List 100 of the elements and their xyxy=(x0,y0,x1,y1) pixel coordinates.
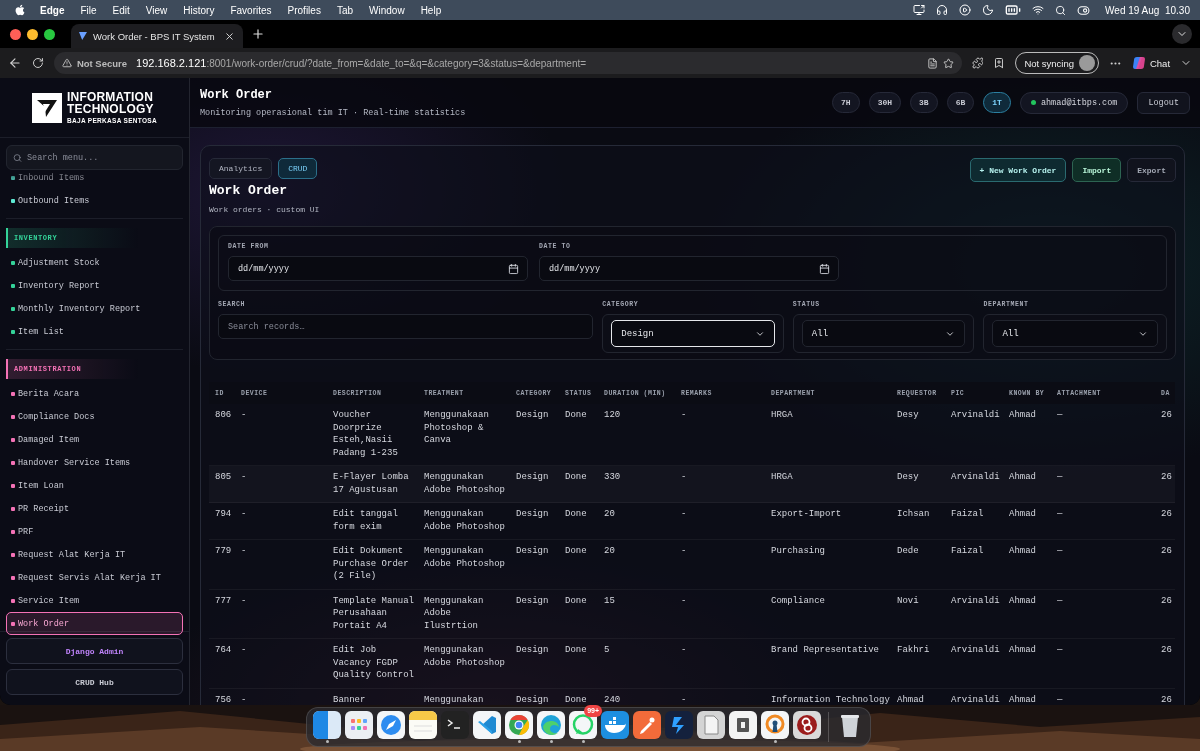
menu-item[interactable]: Edit xyxy=(112,4,130,16)
close-tab-icon[interactable] xyxy=(224,30,235,42)
tab-menu-button[interactable] xyxy=(1172,24,1192,44)
range-chip[interactable]: 6B xyxy=(946,92,975,113)
filter-select[interactable]: All xyxy=(992,320,1158,347)
compass-icon[interactable] xyxy=(377,711,405,739)
sidebar-item[interactable]: Service Item xyxy=(6,589,183,612)
app-menu[interactable]: Edge xyxy=(40,4,65,16)
sidebar-item[interactable]: Damaged Item xyxy=(6,428,183,451)
swirl-icon xyxy=(1131,56,1146,70)
view-tab[interactable]: Analytics xyxy=(209,158,273,179)
terminal-icon[interactable] xyxy=(441,711,469,739)
split-square-icon[interactable] xyxy=(313,711,341,739)
url-text: 192.168.2.121:8001/work-order/crud/?date_from=&date_to=&q=&category=3&status=&department= xyxy=(136,57,588,69)
back-icon[interactable] xyxy=(8,56,22,70)
table-cell: Done xyxy=(559,465,598,503)
sidebar-link-button[interactable]: Django Admin xyxy=(6,638,183,664)
minimize-window-button[interactable] xyxy=(27,28,38,40)
share-screen-icon[interactable] xyxy=(913,4,926,16)
reload-icon[interactable] xyxy=(31,57,44,69)
table-cell: Design xyxy=(510,589,559,639)
search-icon[interactable] xyxy=(1055,4,1067,16)
address-bar[interactable]: Not Secure 192.168.2.121:8001/work-order/crud/?date_from=&date_to=&q=&category=3&status=&department= xyxy=(53,52,962,74)
menu-item[interactable]: Tab xyxy=(336,4,354,16)
maximize-window-button[interactable] xyxy=(44,28,55,40)
table-cell: Desy xyxy=(891,465,945,503)
menu-item[interactable]: Window xyxy=(369,4,405,16)
headphones-icon[interactable] xyxy=(936,4,949,16)
sidebar-item[interactable]: PR Receipt xyxy=(6,497,183,520)
sidebar-item[interactable]: Adjustment Stock xyxy=(6,251,183,274)
code-editor-icon[interactable] xyxy=(473,711,501,739)
new-tab-icon[interactable] xyxy=(251,27,265,41)
view-tab[interactable]: CRUD xyxy=(278,158,318,179)
sidebar-item[interactable]: Outbound Items xyxy=(6,189,183,212)
extensions-icon[interactable] xyxy=(971,57,984,69)
moon-icon[interactable] xyxy=(982,4,995,16)
document-icon[interactable] xyxy=(697,711,725,739)
sidebar-item[interactable]: Request Servis Alat Kerja IT xyxy=(6,566,183,589)
table-cell: Compliance xyxy=(765,589,891,639)
table-cell: — xyxy=(1051,688,1155,705)
warning-icon[interactable] xyxy=(61,58,72,68)
sidebar-item[interactable]: Berita Acara xyxy=(6,382,183,405)
sidebar-item[interactable]: Monthly Inventory Report xyxy=(6,297,183,320)
user-chip[interactable]: ahmad@itbps.com xyxy=(1019,91,1129,114)
wifi-icon[interactable] xyxy=(1032,4,1045,16)
new-button[interactable]: + New Work Order xyxy=(969,158,1067,182)
menu-item[interactable]: Help xyxy=(420,4,442,16)
knot-icon[interactable] xyxy=(793,711,821,739)
browser-tab[interactable]: Work Order - BPS IT System xyxy=(71,24,243,48)
grid-icon[interactable] xyxy=(345,711,373,739)
keyhole-icon[interactable] xyxy=(761,711,789,739)
sidebar-item[interactable]: Item List xyxy=(6,320,183,343)
table-cell: Design xyxy=(510,404,559,466)
range-chip[interactable]: 30H xyxy=(868,92,902,113)
sidebar-item[interactable]: Item Loan xyxy=(6,474,183,497)
export-button[interactable]: Export xyxy=(1127,158,1176,182)
date-field[interactable]: dd/mm/yyyy xyxy=(228,256,528,281)
table-cell: Fakhri xyxy=(891,638,945,688)
battery-icon[interactable] xyxy=(1005,2,1022,18)
chat-bubble-icon[interactable] xyxy=(569,711,597,739)
date-field[interactable]: dd/mm/yyyy xyxy=(539,256,839,281)
sidebar-item[interactable]: Compliance Docs xyxy=(6,405,183,428)
star-icon[interactable] xyxy=(942,57,954,69)
page-icon[interactable] xyxy=(926,57,938,69)
table-cell: Template Manual Perusahaan Portait A4 xyxy=(327,589,418,639)
notepad-icon[interactable] xyxy=(409,711,437,739)
menu-item[interactable]: Profiles xyxy=(287,4,321,16)
sidebar-item[interactable]: Handover Service Items xyxy=(6,451,183,474)
chat-button[interactable]: Chat xyxy=(1131,56,1171,70)
menu-item[interactable]: View xyxy=(145,4,168,16)
menu-search-field[interactable]: Search menu... xyxy=(6,145,183,170)
sidebar-item[interactable]: PRF xyxy=(6,520,183,543)
search-field[interactable]: Search records… xyxy=(218,314,594,339)
calendar-icon[interactable] xyxy=(508,263,519,274)
filter-select[interactable]: All xyxy=(801,320,966,347)
pen-icon[interactable] xyxy=(633,711,661,739)
range-chip[interactable]: 7H xyxy=(832,92,860,113)
filter-select[interactable]: Design xyxy=(611,320,775,347)
play-icon[interactable] xyxy=(959,4,972,16)
sidebar-link-button[interactable]: CRUD Hub xyxy=(6,669,183,695)
import-button[interactable]: Import xyxy=(1072,158,1122,182)
range-chip[interactable]: 3B xyxy=(910,92,938,113)
calendar-icon[interactable] xyxy=(819,263,830,274)
table-cell: Purchasing xyxy=(765,539,891,589)
table-cell: 26 xyxy=(1155,688,1175,705)
sidebar-item[interactable]: Request Alat Kerja IT xyxy=(6,543,183,566)
table-cell: Ahmad xyxy=(1003,688,1051,705)
sidebar-item[interactable]: Inventory Report xyxy=(6,274,183,297)
whale-icon[interactable] xyxy=(601,711,629,739)
menu-item[interactable]: Favorites xyxy=(230,4,272,16)
sidebar-item[interactable]: Work Order xyxy=(6,612,183,635)
table-cell: - xyxy=(675,688,765,705)
menu-item[interactable]: File xyxy=(80,4,97,16)
menu-item[interactable]: History xyxy=(183,4,215,16)
favorites-icon[interactable] xyxy=(993,57,1006,69)
apple-icon[interactable] xyxy=(14,4,26,16)
range-chip[interactable]: 1T xyxy=(983,92,1011,113)
logout-button[interactable]: Logout xyxy=(1137,91,1190,114)
close-window-button[interactable] xyxy=(10,28,21,40)
toggle-icon[interactable] xyxy=(1077,3,1091,17)
